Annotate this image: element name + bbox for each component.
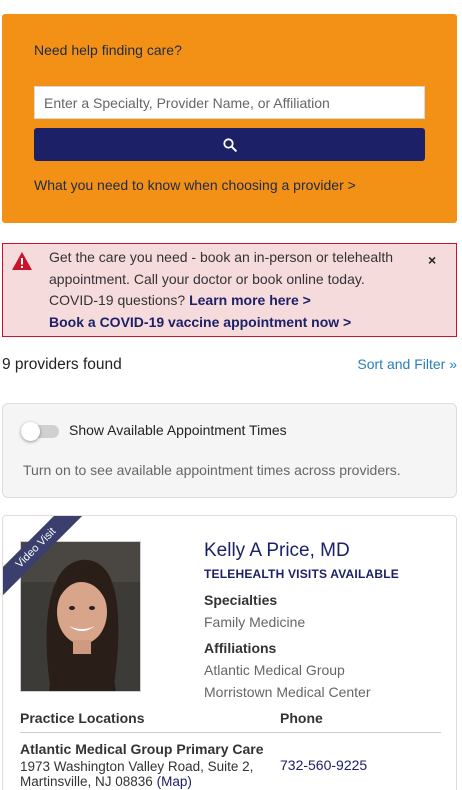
covid-alert-banner: Get the care you need - book an in-perso…: [2, 243, 457, 337]
close-icon[interactable]: ×: [428, 252, 436, 268]
affiliations-heading: Affiliations: [204, 640, 277, 656]
specialty-item: Family Medicine: [204, 614, 306, 630]
availability-toggle[interactable]: [21, 422, 59, 441]
availability-hint: Turn on to see available appointment tim…: [23, 462, 401, 478]
sort-filter-link[interactable]: Sort and Filter »: [357, 356, 457, 372]
phone-heading: Phone: [280, 710, 323, 726]
affiliation-item: Morristown Medical Center: [204, 684, 371, 700]
providers-count: 9 providers found: [2, 356, 122, 373]
warning-icon: [11, 251, 33, 276]
availability-panel: Show Available Appointment Times Turn on…: [2, 403, 457, 498]
telehealth-badge: TELEHEALTH VISITS AVAILABLE: [204, 567, 399, 581]
learn-more-link[interactable]: Learn more here >: [189, 292, 311, 308]
address-line-1: 1973 Washington Valley Road, Suite 2,: [20, 759, 254, 774]
choosing-provider-link[interactable]: What you need to know when choosing a pr…: [34, 177, 356, 193]
toggle-knob: [21, 422, 40, 441]
specialties-heading: Specialties: [204, 592, 278, 608]
location-phone[interactable]: 732-560-9225: [280, 757, 367, 773]
address-line-2: Martinsville, NJ 08836: [20, 773, 153, 789]
vaccine-appointment-link[interactable]: Book a COVID-19 vaccine appointment now …: [49, 314, 351, 330]
location-name: Atlantic Medical Group Primary Care: [20, 741, 264, 757]
practice-locations-heading: Practice Locations: [20, 710, 145, 726]
search-button[interactable]: [34, 128, 425, 161]
locations-divider: [20, 732, 441, 733]
provider-name[interactable]: Kelly A Price, MD: [204, 540, 350, 562]
search-icon: [222, 137, 237, 152]
map-link[interactable]: (Map): [157, 774, 192, 789]
affiliation-item: Atlantic Medical Group: [204, 662, 345, 678]
provider-card[interactable]: Video Visit Kelly A Price, MD TELEHEALTH…: [2, 515, 457, 790]
location-address: 1973 Washington Valley Road, Suite 2, Ma…: [20, 759, 270, 789]
video-visit-ribbon: Video Visit: [3, 516, 93, 606]
video-visit-label: Video Visit: [3, 516, 93, 606]
alert-message: Get the care you need - book an in-perso…: [49, 247, 409, 333]
find-care-panel: Need help finding care? What you need to…: [2, 14, 457, 223]
availability-toggle-label[interactable]: Show Available Appointment Times: [69, 422, 287, 438]
help-finding-care-text: Need help finding care?: [34, 42, 182, 58]
search-input[interactable]: [34, 86, 425, 119]
